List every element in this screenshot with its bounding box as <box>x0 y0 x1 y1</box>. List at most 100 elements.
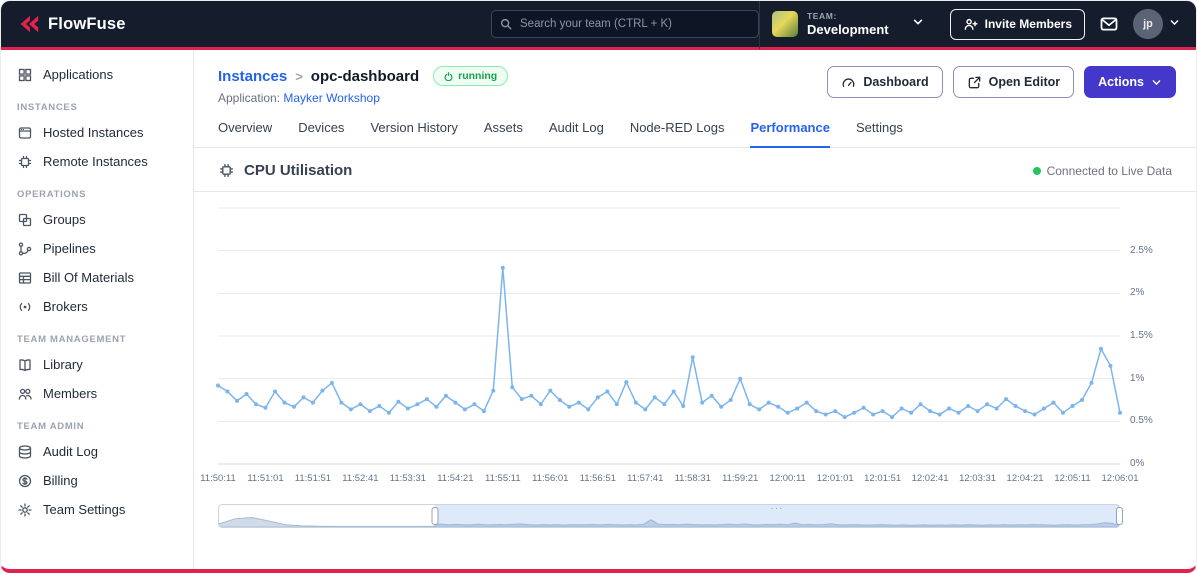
cpu-section-title-row: CPU Utilisation <box>218 162 352 179</box>
minimap-right-handle[interactable] <box>1116 507 1123 525</box>
sidebar-item-billing[interactable]: Billing <box>1 466 193 495</box>
tab-node-red-logs[interactable]: Node-RED Logs <box>630 120 725 147</box>
cpu-icon <box>219 163 234 178</box>
sidebar-item-audit-log[interactable]: Audit Log <box>1 437 193 466</box>
members-icon <box>18 388 32 400</box>
tab-version-history[interactable]: Version History <box>370 120 457 147</box>
minimap-grip-icon[interactable]: ··· <box>771 504 784 514</box>
cpu-chart-plot: 0% 0.5% 1% 1.5% 2% 2.5% <box>216 207 1153 469</box>
tab-assets[interactable]: Assets <box>484 120 523 147</box>
minimap-left-handle[interactable] <box>431 507 439 525</box>
x-axis-label: 11:53:31 <box>389 473 427 484</box>
search-icon <box>500 18 512 30</box>
x-axis-label: 12:03:31 <box>959 473 997 484</box>
sidebar-item-team-settings[interactable]: Team Settings <box>1 495 193 524</box>
breadcrumb: Instances > opc-dashboard running <box>218 66 509 86</box>
instance-name: opc-dashboard <box>310 67 420 85</box>
sidebar-item-label: Team Settings <box>43 502 126 517</box>
x-axis-label: 11:54:21 <box>437 473 474 484</box>
y-axis-label: 0% <box>1130 458 1145 469</box>
breadcrumb-separator: > <box>295 68 303 84</box>
sidebar-item-groups[interactable]: Groups <box>1 205 193 234</box>
breadcrumb-instances-link[interactable]: Instances <box>218 68 287 85</box>
invite-members-button[interactable]: Invite Members <box>949 8 1085 40</box>
tab-overview[interactable]: Overview <box>218 120 272 147</box>
x-axis-label: 11:51:51 <box>294 473 332 484</box>
open-editor-button[interactable]: Open Editor <box>952 66 1075 98</box>
sidebar-item-label: Members <box>43 386 98 401</box>
sidebar-item-library[interactable]: Library <box>1 350 193 379</box>
team-selector[interactable]: TEAM: Development <box>758 1 936 49</box>
avatar[interactable]: jp <box>1133 9 1163 39</box>
cpu-section-title: CPU Utilisation <box>244 162 353 179</box>
application-link[interactable]: Mayker Workshop <box>283 91 379 105</box>
mail-icon[interactable] <box>1099 14 1119 34</box>
y-axis-label: 0.5% <box>1130 415 1153 427</box>
sidebar-item-label: Brokers <box>43 299 88 314</box>
instance-tabs: Overview Devices Version History Assets … <box>194 105 1196 148</box>
tab-performance[interactable]: Performance <box>750 120 830 148</box>
cpu-chart: 0% 0.5% 1% 1.5% 2% 2.5% 11:50:11 11:51:01 11:51… <box>194 192 1196 569</box>
navbar-right: TEAM: Development Invite Members jp <box>758 1 1180 49</box>
search-input[interactable] <box>491 10 759 38</box>
x-axis-label: 12:05:11 <box>1054 473 1091 484</box>
y-axis-label: 2.5% <box>1130 244 1153 256</box>
sidebar-item-applications[interactable]: Applications <box>1 60 193 89</box>
x-axis-label: 12:02:41 <box>911 473 949 484</box>
team-name: Development <box>806 22 889 37</box>
sidebar-item-brokers[interactable]: Brokers <box>1 292 193 321</box>
groups-icon <box>18 213 32 226</box>
dashboard-icon <box>842 77 855 87</box>
x-axis-label: 11:56:51 <box>579 473 616 484</box>
chevron-down-icon <box>898 15 924 33</box>
actions-button-label: Actions <box>1098 75 1144 89</box>
open-editor-icon <box>968 76 980 88</box>
live-status-dot-icon <box>1032 166 1041 175</box>
chevron-down-icon <box>1152 79 1161 85</box>
user-menu[interactable]: jp <box>1133 9 1180 39</box>
remote-instances-icon <box>18 155 32 168</box>
actions-button[interactable]: Actions <box>1084 66 1176 98</box>
x-axis-label: 12:04:21 <box>1006 473 1044 484</box>
x-axis-label: 11:55:11 <box>485 473 521 484</box>
chevron-down-icon <box>1169 15 1180 33</box>
header-actions: Dashboard Open Editor Actions <box>827 66 1176 98</box>
cpu-section-header: CPU Utilisation Connected to Live Data <box>194 148 1196 191</box>
hosted-instances-icon <box>18 126 32 139</box>
power-icon <box>444 71 453 81</box>
tab-devices[interactable]: Devices <box>298 120 344 147</box>
top-navbar: FlowFuse TEAM: Development <box>1 1 1196 50</box>
x-axis-label: 12:06:01 <box>1101 473 1139 484</box>
cpu-chart-x-axis: 11:50:11 11:51:01 11:51:51 11:52:41 11:53:31… <box>200 473 1138 488</box>
sidebar-item-remote-instances[interactable]: Remote Instances <box>1 147 193 176</box>
y-axis-label: 1% <box>1130 372 1145 384</box>
sidebar-item-hosted-instances[interactable]: Hosted Instances <box>1 118 193 147</box>
tab-audit-log[interactable]: Audit Log <box>549 120 604 147</box>
cpu-chart-minimap[interactable]: ··· <box>218 504 1123 528</box>
tab-settings[interactable]: Settings <box>856 120 903 147</box>
sidebar-item-bill-of-materials[interactable]: Bill Of Materials <box>1 263 193 292</box>
team-search <box>491 10 759 38</box>
page-header: Instances > opc-dashboard running Applic… <box>194 50 1196 105</box>
x-axis-label: 11:56:01 <box>532 473 569 484</box>
dashboard-button-label: Dashboard <box>863 75 929 89</box>
sidebar-item-members[interactable]: Members <box>1 379 193 408</box>
sidebar: Applications INSTANCES Hosted Instances … <box>1 50 194 569</box>
x-axis-label: 11:58:31 <box>674 473 711 484</box>
dashboard-button[interactable]: Dashboard <box>827 66 943 98</box>
x-axis-label: 12:01:01 <box>816 473 854 484</box>
sidebar-section-instances: INSTANCES <box>17 102 78 113</box>
content: Applications INSTANCES Hosted Instances … <box>1 50 1196 569</box>
x-axis-label: 11:59:21 <box>722 473 759 484</box>
sidebar-item-label: Audit Log <box>43 444 98 459</box>
x-axis-label: 11:50:11 <box>200 473 236 484</box>
status-badge: running <box>433 66 509 86</box>
x-axis-label: 12:01:51 <box>864 473 902 484</box>
y-axis-label: 1.5% <box>1130 330 1153 341</box>
flowfuse-logo[interactable]: FlowFuse <box>17 12 126 36</box>
brand-name: FlowFuse <box>48 14 126 33</box>
sidebar-item-pipelines[interactable]: Pipelines <box>1 234 193 263</box>
library-icon <box>19 358 31 371</box>
app-window: FlowFuse TEAM: Development <box>0 0 1197 573</box>
open-editor-button-label: Open Editor <box>988 75 1061 89</box>
